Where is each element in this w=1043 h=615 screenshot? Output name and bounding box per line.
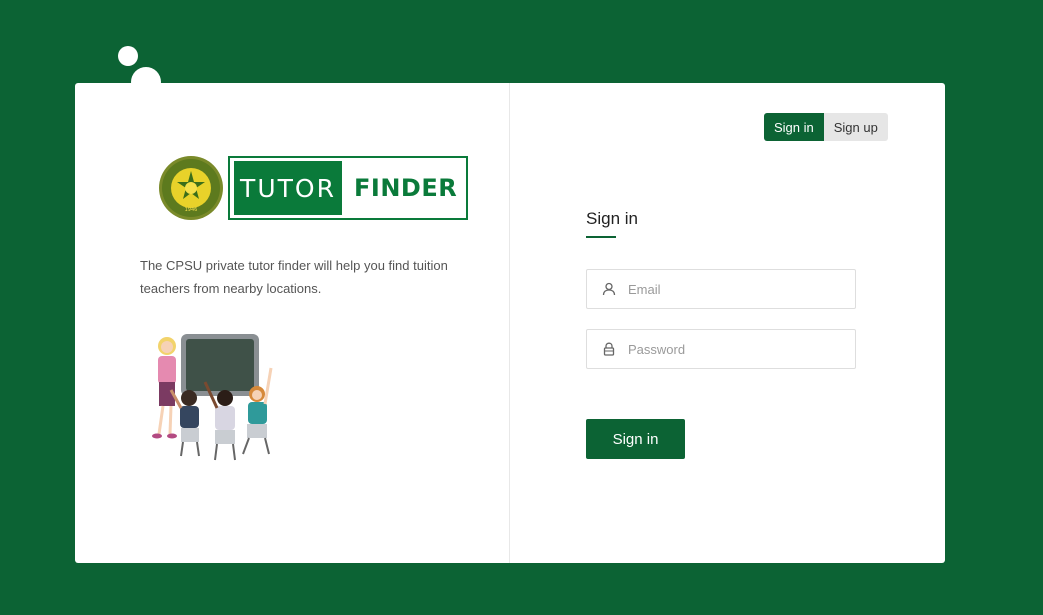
university-seal-icon: 1946: [159, 156, 223, 220]
title-underline: [586, 236, 616, 238]
signin-panel: Sign in Sign up Sign in Sign in: [510, 83, 945, 563]
brand-wordmark: TUTOR FINDER: [228, 156, 468, 220]
toggle-signup-button[interactable]: Sign up: [823, 113, 888, 141]
info-panel: 1946 TUTOR FINDER The CPSU private tutor…: [75, 83, 510, 563]
login-card: 1946 TUTOR FINDER The CPSU private tutor…: [75, 83, 945, 563]
logo: 1946 TUTOR FINDER: [158, 153, 468, 223]
toggle-signin-button[interactable]: Sign in: [764, 113, 824, 141]
password-field[interactable]: [586, 329, 856, 369]
email-field[interactable]: [586, 269, 856, 309]
user-icon: [602, 282, 616, 296]
seal-year: 1946: [185, 207, 198, 213]
signin-submit-button[interactable]: Sign in: [586, 419, 685, 459]
email-input[interactable]: [628, 281, 838, 297]
brand-finder: FINDER: [354, 174, 458, 202]
form-title: Sign in: [586, 209, 638, 228]
lock-icon: [603, 342, 615, 356]
password-input[interactable]: [628, 341, 838, 357]
classroom-illustration: [152, 334, 273, 461]
decor-bubble-small: [118, 46, 138, 66]
auth-toggle: Sign in Sign up: [764, 113, 888, 141]
brand-tutor: TUTOR: [234, 161, 342, 215]
app-description: The CPSU private tutor finder will help …: [140, 258, 448, 296]
